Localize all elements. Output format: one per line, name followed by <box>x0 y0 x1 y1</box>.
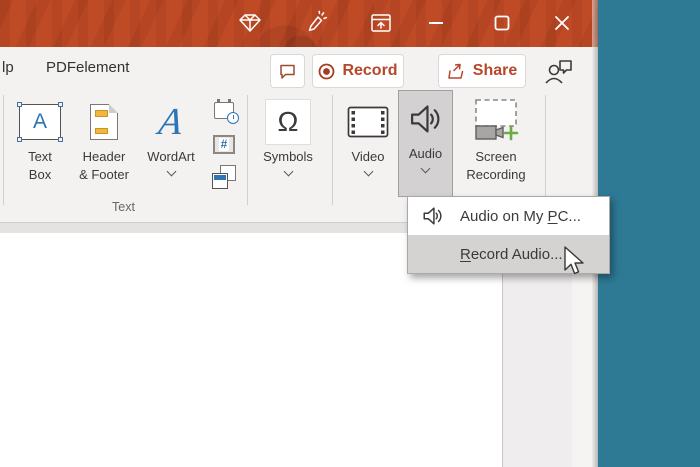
header-footer-label-2: & Footer <box>79 166 129 184</box>
maximize-button[interactable] <box>487 8 517 38</box>
text-group-small-buttons: # <box>206 94 242 194</box>
premium-diamond-icon[interactable] <box>235 8 265 38</box>
wordart-button[interactable]: A WordArt <box>140 94 202 197</box>
group-divider <box>247 95 248 205</box>
mouse-cursor-icon <box>563 246 586 282</box>
comments-button[interactable] <box>270 54 305 88</box>
screen-recording-button[interactable]: Screen Recording <box>456 94 536 197</box>
video-icon <box>347 106 389 138</box>
tab-pdfelement[interactable]: PDFelement <box>46 59 129 76</box>
group-divider <box>3 95 4 205</box>
chevron-down-icon <box>283 167 293 177</box>
desktop: lp PDFelement Record <box>0 0 700 467</box>
draw-pen-icon[interactable] <box>301 8 331 38</box>
insert-object-button[interactable] <box>209 163 239 191</box>
ribbon-tab-row: lp PDFelement Record <box>0 47 598 92</box>
share-icon <box>447 62 466 80</box>
screen-recording-label-1: Screen <box>475 148 516 166</box>
audio-label: Audio <box>409 145 442 163</box>
text-box-label-2: Box <box>29 166 51 184</box>
date-time-button[interactable] <box>209 96 239 124</box>
speaker-icon <box>421 204 447 228</box>
date-time-icon <box>214 102 234 119</box>
speaker-icon <box>407 100 445 138</box>
tab-help-partial[interactable]: lp <box>2 59 14 76</box>
wordart-label: WordArt <box>147 148 194 166</box>
slide-number-icon: # <box>213 135 235 154</box>
record-label: Record <box>342 62 397 80</box>
audio-button[interactable]: Audio <box>398 90 453 197</box>
people-icon <box>543 57 573 85</box>
record-button[interactable]: Record <box>312 54 404 88</box>
share-people-button[interactable] <box>541 56 575 86</box>
chevron-down-icon <box>363 167 373 177</box>
menu-item-audio-on-my-pc[interactable]: Audio on My PC... <box>408 197 609 235</box>
header-footer-button[interactable]: Header & Footer <box>70 94 138 197</box>
titlebar <box>0 0 598 47</box>
share-label: Share <box>473 62 517 80</box>
video-button[interactable]: Video <box>340 94 396 197</box>
object-icon <box>212 165 236 189</box>
symbols-label: Symbols <box>263 148 313 166</box>
header-footer-label-1: Header <box>83 148 126 166</box>
minimize-button[interactable] <box>421 8 451 38</box>
symbols-button[interactable]: Ω Symbols <box>256 94 320 197</box>
comment-icon <box>278 63 297 80</box>
omega-icon: Ω <box>265 99 311 145</box>
video-label: Video <box>351 148 384 166</box>
group-divider <box>332 95 333 205</box>
group-divider <box>545 95 546 205</box>
slide-number-button[interactable]: # <box>209 130 239 158</box>
screen-recording-icon <box>468 98 524 146</box>
share-button[interactable]: Share <box>438 54 526 88</box>
text-box-button[interactable]: A Text Box <box>10 94 70 197</box>
chevron-down-icon <box>166 167 176 177</box>
text-box-icon: A <box>19 104 61 140</box>
text-box-label-1: Text <box>28 148 52 166</box>
menu-item-label: Audio on My PC... <box>460 208 581 225</box>
group-label-text: Text <box>0 200 247 214</box>
header-footer-icon <box>90 104 118 140</box>
chevron-down-icon <box>421 164 431 174</box>
ribbon-display-options-icon[interactable] <box>366 8 396 38</box>
menu-item-label: Record Audio... <box>460 246 563 263</box>
record-icon <box>318 63 335 80</box>
wordart-icon: A <box>157 103 186 141</box>
close-button[interactable] <box>547 8 577 38</box>
screen-recording-label-2: Recording <box>466 166 525 184</box>
